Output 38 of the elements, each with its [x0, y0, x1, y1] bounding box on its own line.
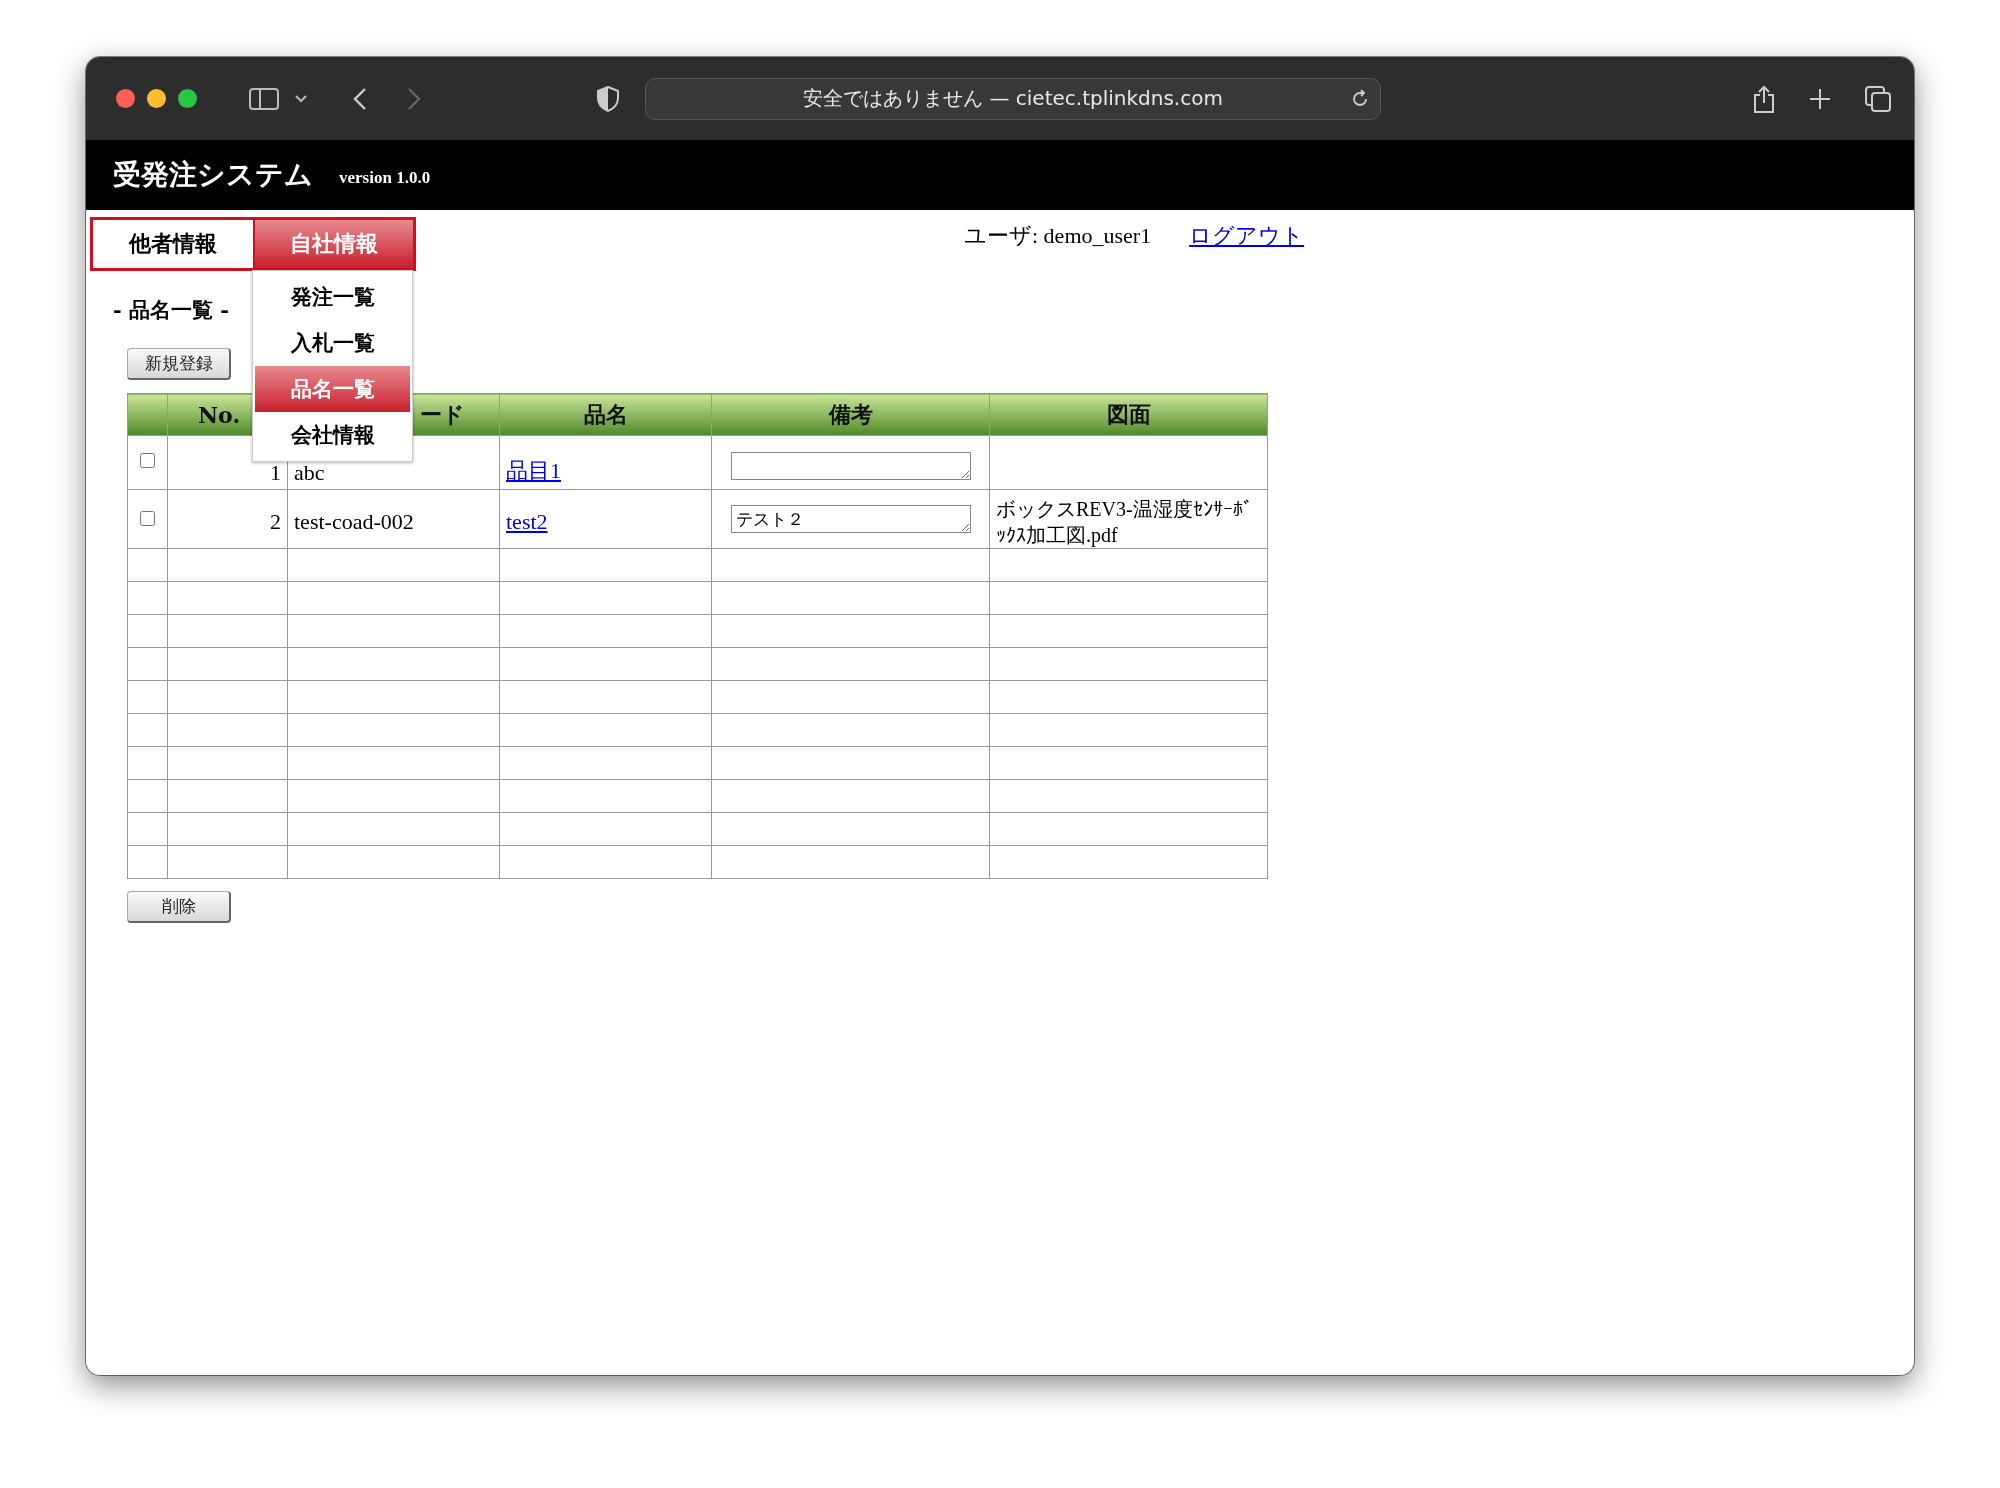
column-header: 図面	[989, 393, 1268, 436]
maximize-icon[interactable]	[178, 89, 197, 108]
row-checkbox[interactable]	[140, 511, 155, 526]
item-link[interactable]: 品目1	[506, 458, 561, 483]
forward-icon[interactable]	[407, 87, 421, 110]
new-tab-icon[interactable]	[1809, 87, 1831, 110]
version-label: version 1.0.0	[339, 167, 431, 188]
table-cell: 2	[270, 509, 281, 534]
menu-item[interactable]: 発注一覧	[255, 274, 410, 320]
table-cell: 1	[270, 460, 281, 485]
column-header: 品名	[499, 393, 712, 436]
note-field[interactable]: テスト２	[730, 505, 971, 533]
logout-link[interactable]: ログアウト	[1189, 221, 1305, 251]
chevron-down-icon[interactable]	[295, 94, 307, 103]
row-checkbox[interactable]	[140, 453, 155, 468]
back-icon[interactable]	[353, 87, 367, 110]
menu-item[interactable]: 入札一覧	[255, 320, 410, 366]
address-bar[interactable]: 安全ではありません — cietec.tplinkdns.com	[645, 77, 1381, 120]
item-link[interactable]: test2	[506, 509, 548, 534]
menu-item[interactable]: 品名一覧	[255, 366, 410, 412]
new-button[interactable]: 新規登録	[127, 348, 231, 380]
page-title: - 品名一覧 -	[113, 296, 230, 324]
table-cell: test-coad-002	[294, 509, 414, 534]
shield-icon[interactable]	[597, 85, 619, 112]
minimize-icon[interactable]	[147, 89, 166, 108]
reload-icon[interactable]	[1350, 88, 1370, 109]
sidebar-icon[interactable]	[249, 87, 279, 110]
tabs-overview-icon[interactable]	[1865, 85, 1891, 112]
nav-tab[interactable]: 自社情報	[253, 220, 413, 268]
table-cell: abc	[294, 460, 325, 485]
table-cell-text: ボックスREV3-温湿度ｾﾝｻｰﾎﾞｯｸｽ加工図.pdf	[996, 497, 1254, 548]
delete-button[interactable]: 削除	[127, 891, 231, 923]
note-field[interactable]	[730, 452, 971, 480]
app-title: 受発注システム	[113, 157, 313, 193]
share-icon[interactable]	[1753, 84, 1775, 113]
user-label: ユーザ: demo_user1	[964, 222, 1152, 250]
close-icon[interactable]	[116, 89, 135, 108]
column-header: 備考	[711, 393, 990, 436]
